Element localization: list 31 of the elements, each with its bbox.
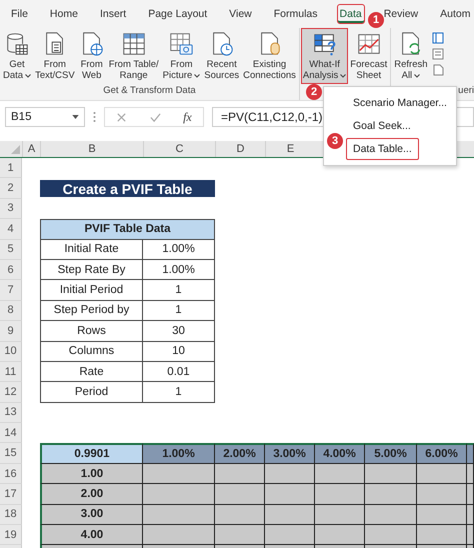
table-cell: 10	[143, 342, 215, 362]
table-cell: Rate	[40, 362, 143, 382]
table-header-cell: 3.00%	[265, 443, 315, 464]
table-cell: 1	[143, 382, 215, 403]
table-cell: Columns	[40, 342, 143, 362]
table-cell: Step Period by	[40, 300, 143, 322]
table-cell: Initial Period	[40, 280, 143, 301]
table-header-cell: 2.00%	[215, 443, 265, 464]
table-header-cell: 5.00%	[365, 443, 417, 464]
table-cell: Step Rate By	[40, 260, 143, 280]
table-header: PVIF Table Data	[40, 219, 215, 240]
group-label: Get & Transform Data	[103, 85, 196, 96]
table-cell: 1.00%	[143, 260, 215, 280]
table-header-cell: 6.00%	[417, 443, 467, 464]
table-cell: 3.00	[40, 504, 143, 526]
table-cell: 1	[143, 300, 215, 322]
table-cell: 1.00	[40, 464, 143, 484]
table-cell: 0.9901	[40, 443, 143, 464]
sheet-title: Create a PVIF Table	[40, 180, 215, 197]
table-cell: 30	[143, 321, 215, 342]
table-cell: Initial Rate	[40, 240, 143, 260]
table-header-cell: 1.00%	[143, 443, 215, 464]
table-cell: 1	[143, 280, 215, 301]
table-cell: 0.01	[143, 362, 215, 382]
table-cell: Period	[40, 382, 143, 403]
table-cell: 1.00%	[143, 240, 215, 260]
table-cell: 2.00	[40, 484, 143, 505]
table-header-cell: 4.00%	[315, 443, 365, 464]
table-cell: Rows	[40, 321, 143, 342]
table-cell: 4.00	[40, 525, 143, 546]
group-label: ueri	[458, 85, 474, 96]
